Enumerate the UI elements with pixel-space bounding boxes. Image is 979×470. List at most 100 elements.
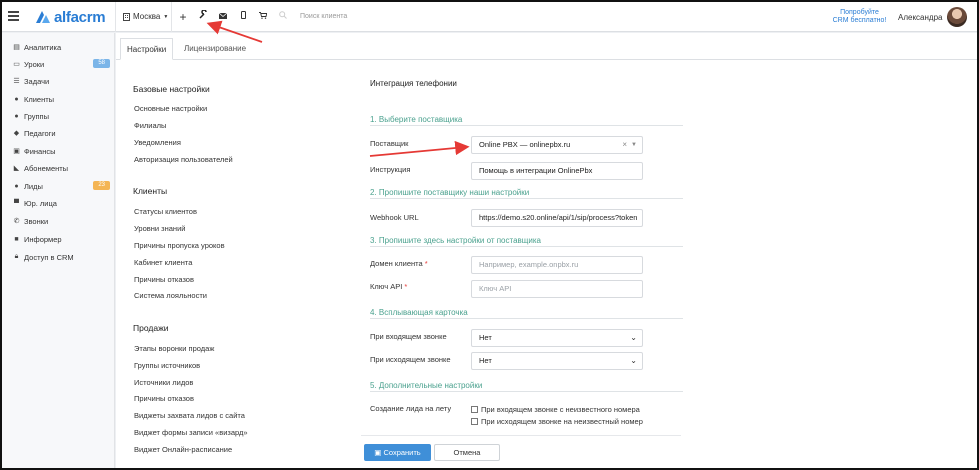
sidebar-item-label: Лиды <box>24 181 43 191</box>
chevron-down-icon: ⌄ <box>630 356 637 365</box>
user-plus-icon: ● <box>14 182 19 190</box>
nav-link[interactable]: Группы источников <box>134 361 200 370</box>
section-title: Базовые настройки <box>133 84 210 94</box>
sidebar-item-teachers[interactable]: ◆ Педагоги <box>12 126 110 140</box>
nav-link[interactable]: Виджеты захвата лидов с сайта <box>134 411 245 420</box>
promo-link[interactable]: Попробуйте CRM бесплатно! <box>827 9 892 25</box>
sidebar-item-label: Информер <box>24 234 62 244</box>
outgoing-unknown-checkbox[interactable]: При исходящем звонке на неизвестный номе… <box>471 417 643 426</box>
sidebar-item-finance[interactable]: ▣ Финансы <box>12 144 110 158</box>
clear-icon[interactable]: × <box>622 137 627 153</box>
sidebar-item-crm-access[interactable]: 🔒︎ Доступ в CRM <box>12 250 110 264</box>
sidebar-item-label: Абонементы <box>24 163 69 173</box>
search-input[interactable]: Поиск клиента <box>300 13 347 20</box>
incoming-label: При входящем звонке <box>370 332 447 341</box>
chevron-down-icon: ⌄ <box>630 333 637 342</box>
sidebar-item-groups[interactable]: ● Группы <box>12 109 110 123</box>
webhook-url-field[interactable]: https://demo.s20.online/api/1/sip/proces… <box>471 209 643 227</box>
city-label: Москва <box>133 12 161 21</box>
step-heading: 5. Дополнительные настройки <box>370 381 683 392</box>
sidebar-item-label: Педагоги <box>24 128 56 138</box>
divider <box>361 435 681 436</box>
provider-select[interactable]: Online PBX — onlinepbx.ru × ▼ <box>471 136 643 154</box>
tab-settings[interactable]: Настройки <box>120 38 174 60</box>
nav-link[interactable]: Система лояльности <box>134 291 207 300</box>
sidebar-item-lessons[interactable]: ▭ Уроки 58 <box>12 57 110 71</box>
sidebar-item-label: Аналитика <box>24 42 62 52</box>
save-button[interactable]: ▣ Сохранить <box>364 444 431 461</box>
calendar-icon: ▭ <box>13 61 20 68</box>
sidebar-item-label: Юр. лица <box>24 198 57 208</box>
tag-icon: ◣ <box>13 165 20 172</box>
nav-link[interactable]: Уведомления <box>134 138 181 147</box>
nav-link[interactable]: Филиалы <box>134 121 166 130</box>
sidebar-item-tasks[interactable]: ☰ Задачи <box>12 74 110 88</box>
nav-link[interactable]: Причины отказов <box>134 275 194 284</box>
nav-link[interactable]: Источники лидов <box>134 378 193 387</box>
checkbox[interactable] <box>471 418 478 425</box>
mobile-icon[interactable] <box>236 10 250 24</box>
instruction-link[interactable]: Помощь в интеграции OnlinePbx <box>471 162 643 180</box>
logo[interactable]: alfacrm <box>35 8 106 26</box>
sidebar-item-label: Уроки <box>24 59 45 69</box>
outgoing-call-select[interactable]: Нет ⌄ <box>471 352 643 370</box>
checkbox-label: При входящем звонке с неизвестного номер… <box>481 405 640 414</box>
informer-icon: ■ <box>14 235 19 243</box>
tab-bar: Настройки Лицензирование <box>116 33 977 60</box>
cart-icon[interactable] <box>256 10 270 24</box>
sidebar-item-legal-entities[interactable]: ▀ Юр. лица <box>12 196 110 210</box>
avatar[interactable] <box>947 7 967 27</box>
nav-link[interactable]: Виджет формы записи «визард» <box>134 428 248 437</box>
outgoing-label: При исходящем звонке <box>370 355 451 364</box>
sidebar-item-label: Финансы <box>24 146 56 156</box>
incoming-value: Нет <box>479 333 492 342</box>
main-content: Настройки Лицензирование Базовые настрой… <box>116 33 977 468</box>
tab-licensing[interactable]: Лицензирование <box>178 38 252 60</box>
user-name[interactable]: Александра <box>898 13 942 22</box>
sidebar-item-informer[interactable]: ■ Информер <box>12 232 110 246</box>
wrench-icon[interactable] <box>196 9 210 24</box>
user-icon: ● <box>14 95 19 103</box>
nav-link[interactable]: Причины пропуска уроков <box>134 241 225 250</box>
cancel-button[interactable]: Отмена <box>434 444 500 461</box>
domain-label-text: Домен клиента <box>370 259 423 268</box>
nav-link[interactable]: Кабинет клиента <box>134 258 192 267</box>
caret-down-icon: ▼ <box>163 13 169 20</box>
sidebar-item-calls[interactable]: ✆ Звонки <box>12 214 110 228</box>
money-icon: ▣ <box>13 148 20 155</box>
incoming-unknown-checkbox[interactable]: При входящем звонке с неизвестного номер… <box>471 405 640 414</box>
sidebar-item-label: Задачи <box>24 76 50 86</box>
mail-icon[interactable] <box>216 10 230 24</box>
checkbox[interactable] <box>471 406 478 413</box>
phone-icon: ✆ <box>13 218 20 225</box>
domain-field[interactable]: Например, example.onpbx.ru <box>471 256 643 274</box>
nav-link[interactable]: Этапы воронки продаж <box>134 344 214 353</box>
sidebar-item-leads[interactable]: ● Лиды 23 <box>12 179 110 193</box>
nav-link[interactable]: Авторизация пользователей <box>134 155 233 164</box>
add-icon[interactable]: + <box>176 10 190 24</box>
nav-link[interactable]: Уровни знаний <box>134 224 185 233</box>
count-badge: 23 <box>93 181 110 190</box>
nav-link[interactable]: Причины отказов <box>134 394 194 403</box>
api-key-label: Ключ API * <box>370 282 407 291</box>
api-key-label-text: Ключ API <box>370 282 403 291</box>
building-icon <box>123 12 130 21</box>
promo-line: CRM бесплатно! <box>832 17 887 24</box>
graduation-cap-icon: ◆ <box>13 130 20 137</box>
city-selector[interactable]: Москва ▼ <box>123 12 168 21</box>
api-key-field[interactable]: Ключ API <box>471 280 643 298</box>
menu-icon[interactable] <box>8 11 19 21</box>
incoming-call-select[interactable]: Нет ⌄ <box>471 329 643 347</box>
nav-link[interactable]: Основные настройки <box>134 104 207 113</box>
step-heading: 1. Выберите поставщика <box>370 115 683 126</box>
nav-link[interactable]: Виджет Онлайн-расписание <box>134 445 232 454</box>
nav-link[interactable]: Статусы клиентов <box>134 207 197 216</box>
top-bar: alfacrm Москва ▼ + Поиск клиента Попробу… <box>2 2 977 32</box>
tasks-icon: ☰ <box>13 78 20 85</box>
outgoing-value: Нет <box>479 356 492 365</box>
sidebar-item-clients[interactable]: ● Клиенты <box>12 92 110 106</box>
sidebar-item-subscriptions[interactable]: ◣ Абонементы <box>12 161 110 175</box>
sidebar-item-analytics[interactable]: ▤ Аналитика <box>12 40 110 54</box>
step-heading: 3. Пропишите здесь настройки от поставщи… <box>370 236 683 247</box>
sidebar-item-label: Доступ в CRM <box>24 252 74 262</box>
